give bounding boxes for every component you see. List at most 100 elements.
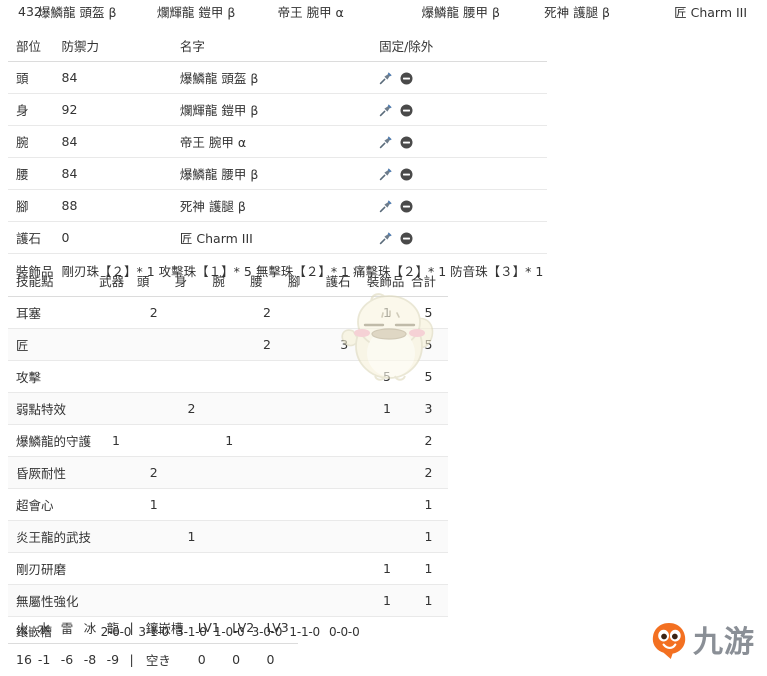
equipment-summary-bar: 432 爆鱗龍 頭盔 β 爛輝龍 鎧甲 β 帝王 腕甲 α 爆鱗龍 腰甲 β 死… [0, 0, 767, 22]
equipment-part: 護石 [8, 221, 58, 254]
skill-value [248, 392, 286, 425]
equipment-name-link[interactable]: 爆鱗龍 腰甲 β [175, 157, 376, 190]
pin-icon[interactable] [379, 103, 393, 117]
slots-value [409, 617, 448, 647]
skill-value [97, 456, 135, 489]
pin-icon[interactable] [379, 199, 393, 213]
table-row: 炎王龍的武技 1 1 [8, 520, 448, 553]
skills-column-header-1: 武器 [97, 265, 135, 297]
skill-value [97, 360, 135, 393]
skill-value: 1 [409, 552, 448, 585]
skills-column-header-2: 頭 [134, 265, 173, 297]
skill-value [248, 424, 286, 457]
nine-game-mascot-icon [651, 621, 687, 665]
summary-piece-legs: 死神 護腿 β [544, 4, 611, 20]
table-row: 弱點特效 2 1 3 [8, 392, 448, 425]
remove-icon[interactable] [400, 136, 413, 149]
table-row: 身 92 爛輝龍 鎧甲 β [8, 93, 548, 126]
equipment-name-link[interactable]: 爛輝龍 鎧甲 β [175, 93, 376, 126]
skills-header-row: 技能點 武器頭身腕腰腳護石 裝飾品 合計 [8, 265, 448, 297]
skill-value [285, 360, 324, 393]
pin-icon[interactable] [379, 71, 393, 85]
remove-icon[interactable] [400, 72, 413, 85]
skill-value [97, 296, 135, 329]
skill-value: 1 [409, 520, 448, 553]
resistance-value-4: -9 [106, 652, 120, 667]
skill-value: 5 [409, 360, 448, 393]
skill-value: 2 [134, 456, 173, 489]
pin-icon[interactable] [379, 231, 393, 245]
skills-table-head: 技能點 武器頭身腕腰腳護石 裝飾品 合計 [8, 265, 448, 297]
skill-value: 1 [409, 584, 448, 617]
equipment-part: 腳 [8, 189, 58, 222]
skill-value [364, 488, 409, 521]
summary-piece-body: 爛輝龍 鎧甲 β [156, 4, 236, 20]
equipment-name-link[interactable]: 帝王 腕甲 α [175, 125, 376, 158]
skill-value [364, 456, 409, 489]
skill-name-link[interactable]: 弱點特效 [8, 392, 98, 425]
equipment-name-link[interactable]: 死神 護腿 β [175, 189, 376, 222]
skill-value [323, 424, 365, 457]
skill-value: 1 [409, 488, 448, 521]
summary-piece-charm: 匠 Charm III [674, 4, 748, 20]
resistance-column-header-9: LV3 [263, 612, 298, 644]
skill-value [210, 520, 249, 553]
skill-value [285, 424, 324, 457]
skill-name-link[interactable]: 昏厥耐性 [8, 456, 98, 489]
skills-column-header-3: 身 [172, 265, 211, 297]
skill-name-link[interactable]: 攻擊 [8, 360, 98, 393]
skill-value [172, 296, 211, 329]
skill-name-link[interactable]: 剛刃研磨 [8, 552, 98, 585]
skill-value: 2 [134, 296, 173, 329]
table-row: 昏厥耐性 2 2 [8, 456, 448, 489]
resistance-value-1: -1 [37, 652, 51, 667]
skills-table: 技能點 武器頭身腕腰腳護石 裝飾品 合計 耳塞 2 2 1 5 匠 2 3 5 攻擊 5 5 弱點特效 2 1 3 爆… [8, 265, 448, 646]
resistance-column-header-2: 雷 [57, 612, 81, 644]
skill-value [210, 392, 249, 425]
skill-value [134, 552, 173, 585]
pin-icon[interactable] [379, 167, 393, 181]
skill-value [134, 392, 173, 425]
skill-name-link[interactable]: 超會心 [8, 488, 98, 521]
skill-value [248, 360, 286, 393]
skill-value: 1 [134, 488, 173, 521]
brand-logo[interactable]: 九游 [651, 620, 759, 666]
equipment-part: 身 [8, 93, 58, 126]
skill-value: 1 [364, 552, 409, 585]
skill-value [172, 328, 211, 361]
skill-value [323, 552, 365, 585]
skill-value [323, 488, 365, 521]
equipment-name-link[interactable]: 匠 Charm III [175, 221, 376, 254]
table-row: 護石 0 匠 Charm III [8, 221, 548, 254]
equipment-part: 頭 [8, 61, 58, 94]
skill-value: 1 [97, 424, 135, 457]
resistance-column-header-4: 龍 [103, 612, 127, 644]
skill-value [364, 328, 409, 361]
pin-icon[interactable] [379, 135, 393, 149]
resistance-header-row: 火水雷冰龍 | 鑲嵌槽 LV1 LV2 LV3 [8, 612, 298, 644]
skill-name-link[interactable]: 匠 [8, 328, 98, 361]
equipment-name-link[interactable]: 爆鱗龍 頭盔 β [175, 61, 376, 94]
resistance-value-6: 空き [145, 653, 171, 668]
skill-value [323, 520, 365, 553]
table-row: 頭 84 爆鱗龍 頭盔 β [8, 61, 548, 94]
remove-icon[interactable] [400, 168, 413, 181]
skills-table-container: 技能點 武器頭身腕腰腳護石 裝飾品 合計 耳塞 2 2 1 5 匠 2 3 5 攻擊 5 5 弱點特效 2 1 3 爆… [8, 265, 448, 646]
skill-value [210, 488, 249, 521]
resistance-column-header-3: 冰 [80, 612, 104, 644]
skill-value [285, 488, 324, 521]
remove-icon[interactable] [400, 232, 413, 245]
skill-value [97, 392, 135, 425]
remove-icon[interactable] [400, 200, 413, 213]
skill-name-link[interactable]: 炎王龍的武技 [8, 520, 98, 553]
remove-icon[interactable] [400, 104, 413, 117]
skill-name-link[interactable]: 爆鱗龍的守護 [8, 424, 98, 457]
table-row: 腕 84 帝王 腕甲 α [8, 125, 548, 158]
skill-name-link[interactable]: 耳塞 [8, 296, 98, 329]
skill-value [172, 456, 211, 489]
skill-value: 1 [364, 392, 409, 425]
resistance-value-2: -6 [60, 652, 74, 667]
resistance-value-9: 0 [266, 652, 275, 667]
resistance-table: 火水雷冰龍 | 鑲嵌槽 LV1 LV2 LV3 16 -1 -6 -8 -9 | 空き 0 0 0 [8, 612, 298, 675]
skill-value: 1 [364, 584, 409, 617]
